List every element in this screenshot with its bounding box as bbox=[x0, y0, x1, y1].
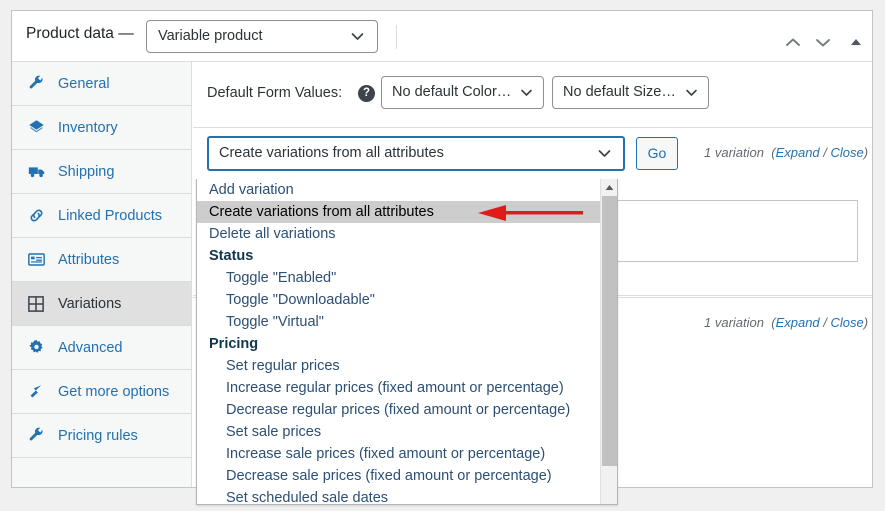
count-separator: / bbox=[819, 315, 831, 330]
sidebar-item-label: Get more options bbox=[58, 383, 170, 400]
page-title: Product data — bbox=[26, 25, 134, 42]
default-color-select[interactable]: No default Color… bbox=[381, 76, 544, 109]
variation-count-top: 1 variation (Expand / Close) bbox=[704, 145, 869, 160]
sidebar-item-label: Advanced bbox=[58, 339, 123, 356]
box-icon bbox=[28, 119, 50, 137]
close-link[interactable]: Close bbox=[831, 315, 864, 330]
count-separator: / bbox=[819, 145, 831, 160]
default-form-values-row: Default Form Values: ? No default Color…… bbox=[193, 62, 872, 128]
scrollbar-thumb[interactable] bbox=[602, 196, 617, 466]
sidebar-item-linked-products[interactable]: Linked Products bbox=[12, 194, 191, 238]
chevron-down-icon bbox=[349, 21, 366, 52]
sidebar-item-label: Inventory bbox=[58, 119, 118, 136]
wrench-icon bbox=[28, 427, 50, 445]
dropdown-option[interactable]: Toggle "Enabled" bbox=[197, 267, 601, 289]
sidebar-item-shipping[interactable]: Shipping bbox=[12, 150, 191, 194]
dropdown-option[interactable]: Increase regular prices (fixed amount or… bbox=[197, 377, 601, 399]
dropdown-option[interactable]: Toggle "Downloadable" bbox=[197, 289, 601, 311]
dropdown-scrollbar[interactable] bbox=[600, 179, 617, 504]
help-icon[interactable]: ? bbox=[358, 85, 375, 102]
bulk-action-option-list: Add variation Create variations from all … bbox=[197, 179, 601, 504]
default-size-select[interactable]: No default Size… bbox=[552, 76, 709, 109]
bulk-action-value: Create variations from all attributes bbox=[219, 145, 444, 161]
dropdown-option[interactable]: Increase sale prices (fixed amount or pe… bbox=[197, 443, 601, 465]
variation-count-text: 1 variation bbox=[704, 315, 764, 330]
variation-count-text: 1 variation bbox=[704, 145, 764, 160]
chevron-down-icon bbox=[684, 77, 699, 108]
product-type-value: Variable product bbox=[158, 28, 263, 44]
sidebar-item-variations[interactable]: Variations bbox=[12, 282, 191, 326]
dropdown-option[interactable]: Set regular prices bbox=[197, 355, 601, 377]
dropdown-option[interactable]: Delete all variations bbox=[197, 223, 601, 245]
default-size-value: No default Size… bbox=[563, 84, 676, 100]
sidebar-item-label: Attributes bbox=[58, 251, 120, 268]
sidebar-item-advanced[interactable]: Advanced bbox=[12, 326, 191, 370]
grid-icon bbox=[28, 295, 50, 313]
sidebar-item-label: General bbox=[58, 75, 110, 92]
expand-link[interactable]: Expand bbox=[776, 145, 820, 160]
default-form-values-label: Default Form Values: bbox=[207, 85, 343, 101]
wrench-icon bbox=[28, 75, 50, 93]
sidebar-item-label: Shipping bbox=[58, 163, 115, 180]
plugin-icon bbox=[28, 383, 50, 401]
header-divider bbox=[396, 25, 397, 49]
list-icon bbox=[28, 251, 50, 269]
dropdown-option[interactable]: Add variation bbox=[197, 179, 601, 201]
chevron-down-icon bbox=[519, 77, 534, 108]
sidebar-item-label: Variations bbox=[58, 295, 122, 312]
dropdown-group-label: Status bbox=[209, 248, 254, 264]
default-color-value: No default Color… bbox=[392, 84, 512, 100]
gear-icon bbox=[28, 339, 50, 357]
sidebar-item-label: Pricing rules bbox=[58, 427, 138, 444]
screenshot-root: Product data — Variable product General … bbox=[0, 0, 885, 511]
move-down-icon[interactable] bbox=[812, 33, 834, 51]
dropdown-option[interactable]: Create variations from all attributes bbox=[197, 201, 601, 223]
dropdown-group-label: Pricing bbox=[209, 336, 259, 352]
product-type-select[interactable]: Variable product bbox=[146, 20, 378, 53]
bulk-action-select[interactable]: Create variations from all attributes bbox=[207, 136, 625, 171]
go-button[interactable]: Go bbox=[636, 137, 678, 170]
link-icon bbox=[28, 207, 50, 225]
variation-count-bottom: 1 variation (Expand / Close) bbox=[704, 315, 869, 330]
dropdown-option[interactable]: Decrease regular prices (fixed amount or… bbox=[197, 399, 601, 421]
scroll-up-icon[interactable] bbox=[601, 179, 617, 196]
sidebar-item-general[interactable]: General bbox=[12, 62, 191, 106]
chevron-down-icon bbox=[596, 138, 613, 169]
truck-icon bbox=[28, 163, 50, 181]
close-link[interactable]: Close bbox=[831, 145, 864, 160]
panel-header: Product data — Variable product bbox=[12, 11, 872, 62]
sidebar-item-inventory[interactable]: Inventory bbox=[12, 106, 191, 150]
bulk-action-dropdown[interactable]: Add variation Create variations from all … bbox=[196, 179, 618, 505]
dropdown-option[interactable]: Set sale prices bbox=[197, 421, 601, 443]
dropdown-option[interactable]: Decrease sale prices (fixed amount or pe… bbox=[197, 465, 601, 487]
dropdown-option[interactable]: Set scheduled sale dates bbox=[197, 487, 601, 504]
sidebar-item-pricing-rules[interactable]: Pricing rules bbox=[12, 414, 191, 458]
sidebar-item-label: Linked Products bbox=[58, 207, 162, 224]
toggle-panel-icon[interactable] bbox=[845, 33, 867, 51]
sidebar-item-attributes[interactable]: Attributes bbox=[12, 238, 191, 282]
expand-link[interactable]: Expand bbox=[776, 315, 820, 330]
sidebar-item-get-more-options[interactable]: Get more options bbox=[12, 370, 191, 414]
dropdown-option[interactable]: Toggle "Virtual" bbox=[197, 311, 601, 333]
product-data-tabs: General Inventory Shipping Linked Produc… bbox=[12, 62, 192, 487]
move-up-icon[interactable] bbox=[782, 33, 804, 51]
